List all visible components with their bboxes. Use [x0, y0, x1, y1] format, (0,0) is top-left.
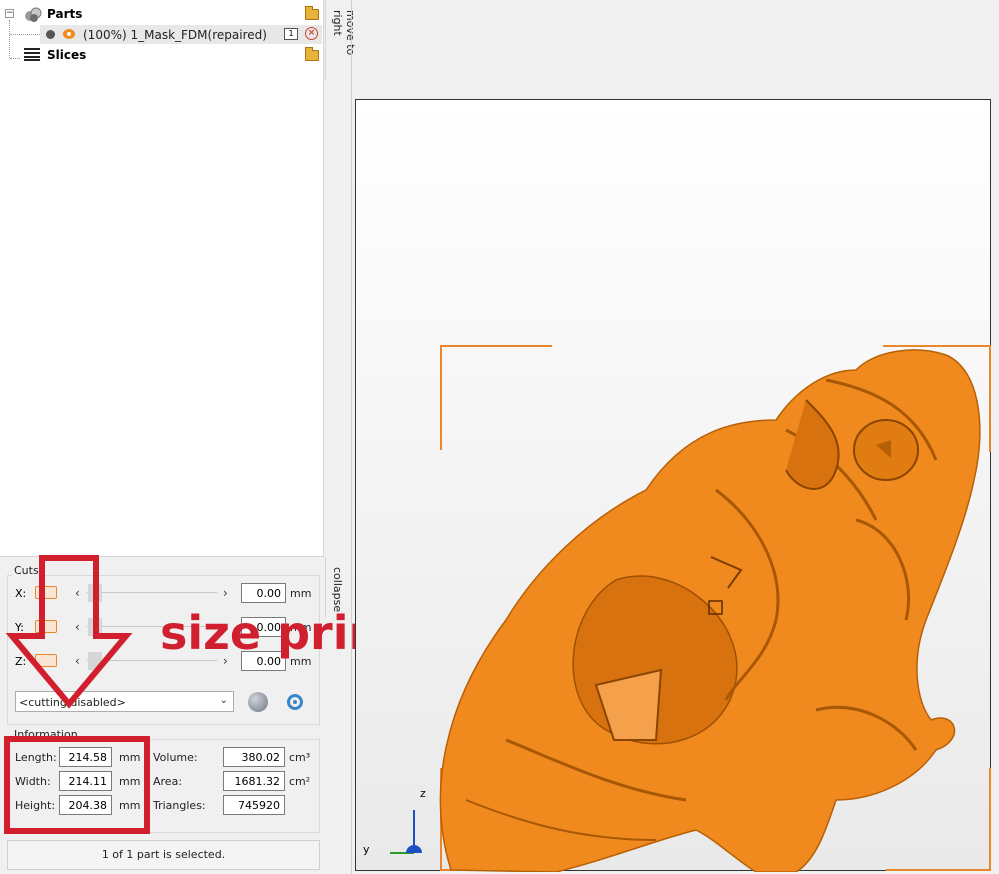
area-unit: cm²	[289, 775, 311, 788]
tree-node-parts[interactable]: Parts	[0, 4, 322, 24]
tree-connector	[10, 34, 40, 35]
area-value: 1681.32	[223, 771, 285, 791]
slices-label: Slices	[47, 48, 87, 62]
annotation-highlight-box	[4, 736, 150, 834]
selection-status: 1 of 1 part is selected.	[7, 840, 320, 870]
3d-viewport[interactable]: z y	[355, 99, 991, 872]
annotation-arrow	[5, 555, 133, 709]
volume-value: 380.02	[223, 747, 285, 767]
volume-label: Volume:	[153, 751, 198, 764]
visibility-dot-icon[interactable]	[46, 30, 55, 39]
axis-z-label: z	[420, 787, 426, 800]
move-to-right-label: move to right	[331, 10, 357, 56]
area-label: Area:	[153, 775, 183, 788]
sphere-cut-icon[interactable]	[248, 692, 268, 712]
chevron-down-icon: ⌄	[219, 695, 228, 706]
volume-unit: cm³	[289, 751, 311, 764]
open-folder-icon[interactable]	[305, 47, 319, 61]
parts-label: Parts	[47, 7, 83, 21]
part-item-row[interactable]: (100%) 1_Mask_FDM(repaired) 1 ×	[40, 25, 322, 44]
slices-icon	[24, 48, 40, 61]
model-render	[390, 345, 991, 872]
open-folder-icon[interactable]	[305, 6, 319, 20]
parts-icon	[25, 7, 42, 22]
parts-tree-panel[interactable]: − Parts (100%) 1_Mask_FDM(repaired) 1 ×	[0, 0, 324, 557]
cut-x-input[interactable]: 0.00	[241, 583, 286, 603]
app-window: − Parts (100%) 1_Mask_FDM(repaired) 1 ×	[0, 0, 999, 874]
part-name: (100%) 1_Mask_FDM(repaired)	[83, 27, 267, 42]
triangles-value: 745920	[223, 795, 285, 815]
part-icon	[63, 29, 75, 39]
axis-y-label: y	[363, 843, 370, 856]
remove-part-icon[interactable]: ×	[305, 27, 318, 40]
tree-node-slices[interactable]: Slices	[0, 45, 322, 65]
triangles-label: Triangles:	[153, 799, 206, 812]
chevron-right-icon[interactable]: ›	[223, 586, 228, 600]
part-copies-count[interactable]: 1	[284, 28, 298, 40]
panel-divider	[351, 0, 352, 874]
move-to-right-tab[interactable]: move to right	[325, 0, 357, 80]
cut-x-unit: mm	[290, 587, 312, 600]
reset-cut-icon[interactable]	[287, 694, 303, 710]
